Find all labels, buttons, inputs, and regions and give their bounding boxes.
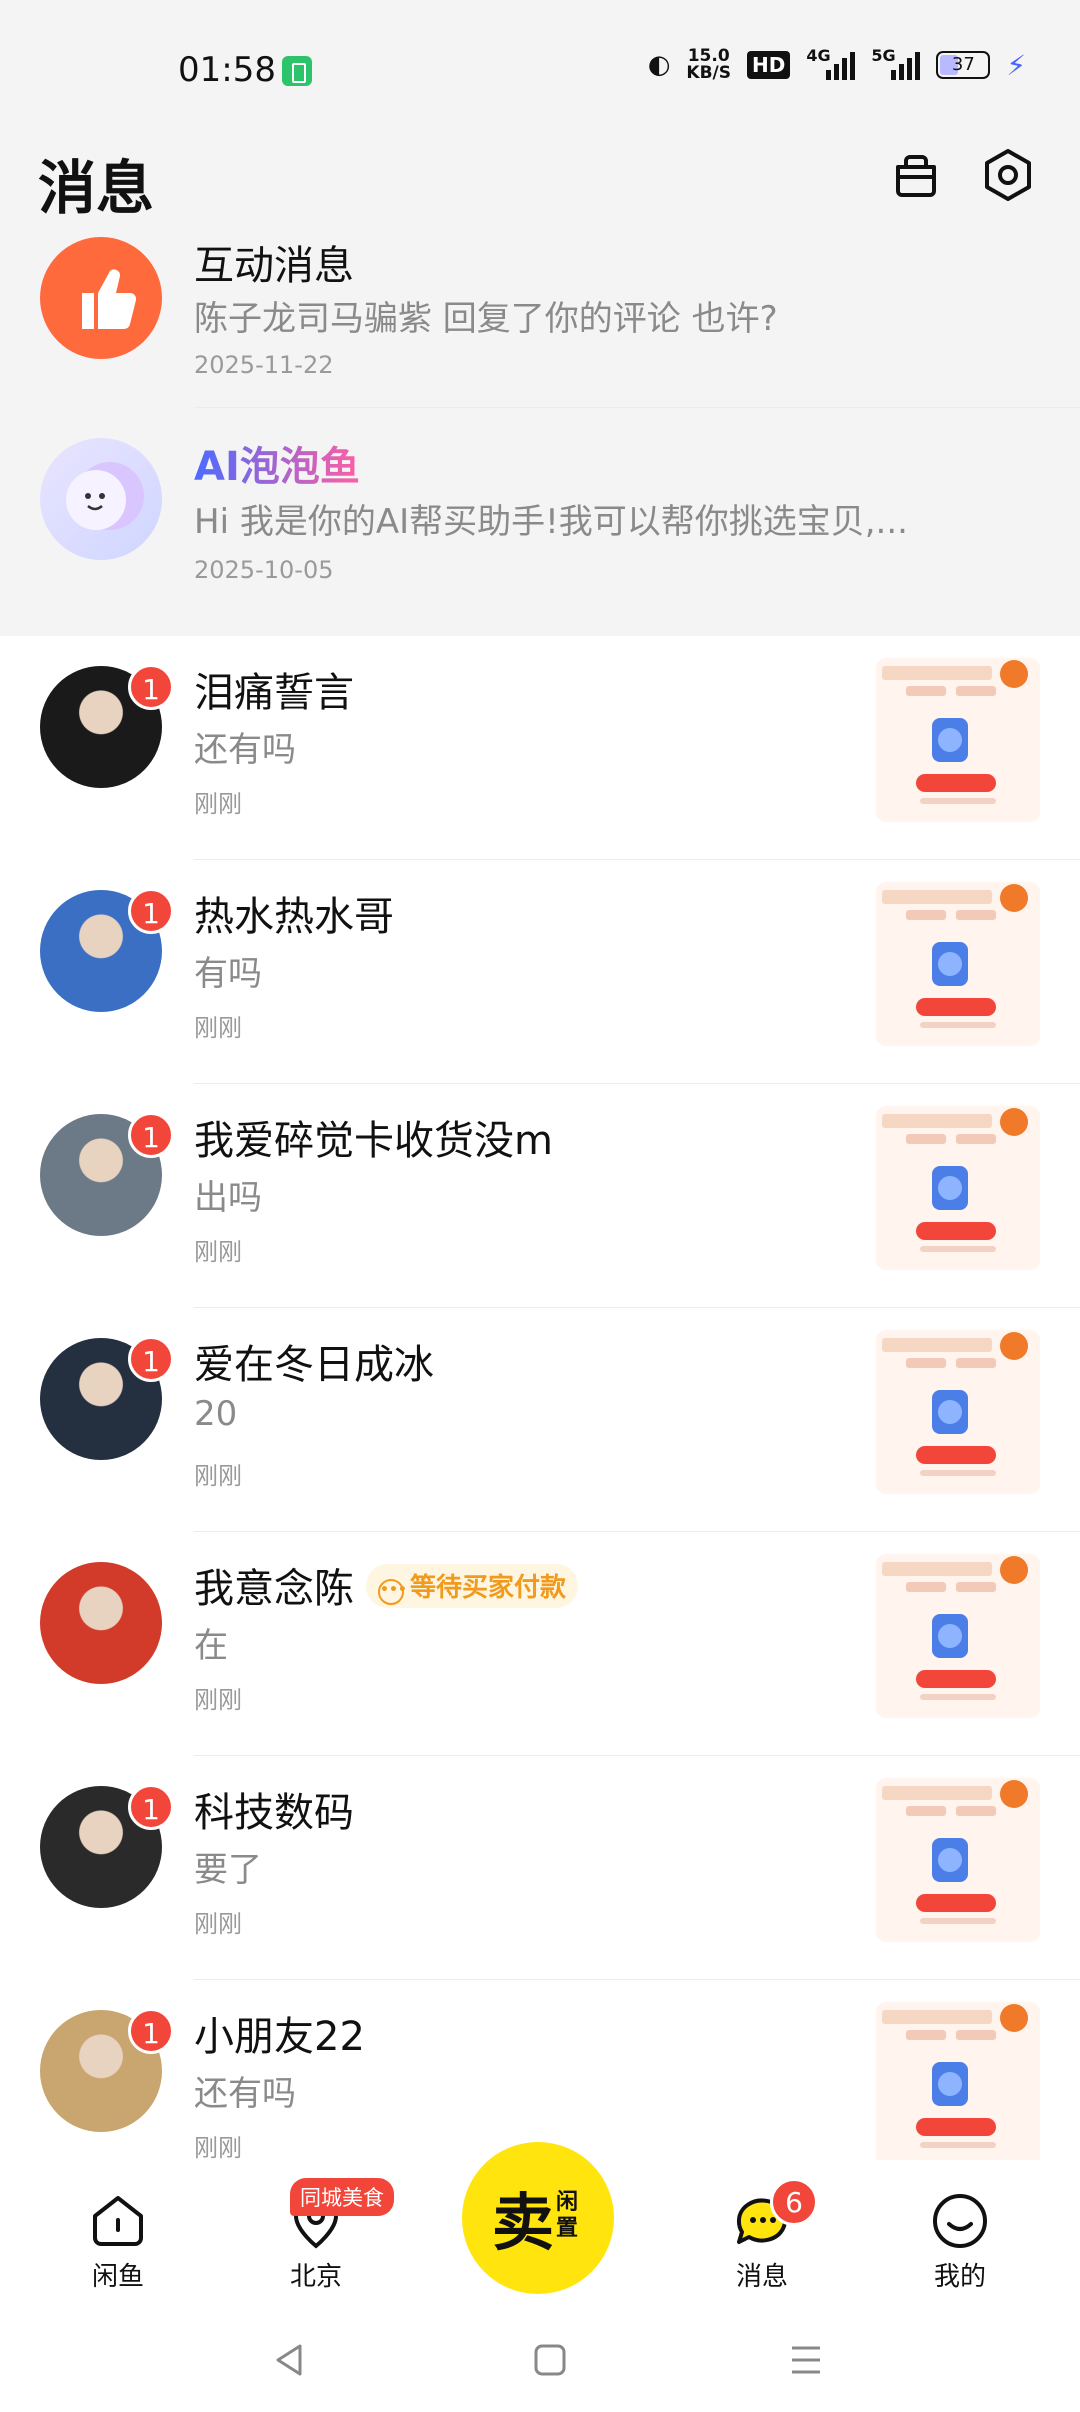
signal-4g-icon: 4G (806, 46, 856, 80)
status-bar: 01:58 ◐ 15.0 KB/S HD 4G 5G 37 ⚡ (0, 0, 1080, 135)
sell-main-label: 卖 (492, 2186, 555, 2259)
conversation-row[interactable]: 1 我爱碎觉卡收货没m 出吗 刚刚 (0, 1084, 1080, 1308)
tab-messages-label: 消息 (735, 2262, 788, 2292)
system-nav-bar (0, 2310, 1080, 2412)
avatar[interactable] (40, 1562, 162, 1684)
unread-badge: 1 (128, 1784, 174, 1830)
pinned-section: 互动消息 陈子龙司马骗紫 回复了你的评论 也许? 2025-11-22 AI泡泡… (0, 231, 1080, 636)
unread-badge: 1 (128, 1112, 174, 1158)
contact-name-text: 我意念陈 (194, 1566, 354, 1612)
row-message: Hi 我是你的AI帮买助手!我可以帮你挑选宝贝,... (194, 502, 908, 542)
settings-icon[interactable] (980, 147, 1036, 203)
conversation-row[interactable]: 1 热水热水哥 有吗 刚刚 (0, 860, 1080, 1084)
order-status-tag: ••• 等待买家付款 (366, 1564, 579, 1608)
contact-name: 科技数码 (194, 1790, 354, 1836)
message-time: 刚刚 (194, 1014, 242, 1042)
item-thumbnail[interactable] (876, 2002, 1040, 2166)
sell-button[interactable]: 卖 闲置 (462, 2142, 614, 2294)
message-time: 刚刚 (194, 1910, 242, 1938)
messages-unread-badge: 6 (770, 2178, 818, 2226)
contact-name: 爱在冬日成冰 (194, 1342, 434, 1388)
ai-bubble-fish-icon (40, 438, 162, 560)
message-time: 刚刚 (194, 1686, 242, 1714)
last-message: 有吗 (194, 954, 262, 994)
conversation-row[interactable]: 1 泪痛誓言 还有吗 刚刚 (0, 636, 1080, 860)
last-message: 要了 (194, 1850, 262, 1890)
pending-icon: ••• (378, 1579, 407, 1605)
item-thumbnail[interactable] (876, 1554, 1040, 1718)
battery-level: 37 (951, 54, 975, 75)
tab-home-label: 闲鱼 (91, 2262, 144, 2292)
conversation-row[interactable]: 1 科技数码 要了 刚刚 (0, 1756, 1080, 1980)
tab-nearby-label: 北京 (289, 2262, 342, 2292)
sell-sub-label: 闲置 (556, 2190, 579, 2241)
item-thumbnail[interactable] (876, 882, 1040, 1046)
item-thumbnail[interactable] (876, 1778, 1040, 1942)
sim-card-icon (282, 56, 312, 86)
last-message: 在 (194, 1626, 228, 1666)
last-message: 出吗 (194, 1178, 262, 1218)
signal-5g-icon: 5G (871, 46, 921, 80)
message-time: 刚刚 (194, 790, 242, 818)
last-message: 20 (194, 1394, 238, 1434)
row-time: 2025-11-22 (194, 351, 334, 379)
message-time: 刚刚 (194, 1462, 242, 1490)
row-name: AI泡泡鱼 (194, 434, 360, 492)
network-speed-unit: KB/S (686, 63, 731, 83)
item-thumbnail[interactable] (876, 658, 1040, 822)
tab-home[interactable]: 闲鱼 (58, 2190, 178, 2293)
interaction-messages-row[interactable]: 互动消息 陈子龙司马骗紫 回复了你的评论 也许? 2025-11-22 (0, 221, 1080, 408)
unread-badge: 1 (128, 1336, 174, 1382)
order-status-text: 等待买家付款 (410, 1573, 567, 1603)
contact-name: 泪痛誓言 (194, 670, 354, 716)
page-title: 消息 (38, 154, 155, 222)
unread-badge: 1 (128, 2008, 174, 2054)
nfc-icon: ◐ (647, 50, 671, 80)
nearby-promo-tag: 同城美食 (290, 2178, 394, 2216)
item-thumbnail[interactable] (876, 1330, 1040, 1494)
network-speed: 15.0 KB/S (686, 48, 731, 82)
ai-assistant-row[interactable]: AI泡泡鱼 Hi 我是你的AI帮买助手!我可以帮你挑选宝贝,... 2025-1… (0, 408, 1080, 636)
signal-4g-label: 4G (806, 46, 831, 65)
message-time: 刚刚 (194, 2134, 242, 2162)
row-time: 2025-10-05 (194, 556, 334, 584)
row-message: 陈子龙司马骗紫 回复了你的评论 也许? (194, 299, 778, 339)
last-message: 还有吗 (194, 2074, 296, 2114)
contact-name: 热水热水哥 (194, 894, 394, 940)
conversation-row[interactable]: 1 爱在冬日成冰 20 刚刚 (0, 1308, 1080, 1532)
back-icon[interactable] (270, 2340, 310, 2380)
last-message: 还有吗 (194, 730, 296, 770)
hd-voice-icon: HD (746, 51, 791, 79)
profile-icon (933, 2194, 987, 2248)
home-icon (93, 2196, 143, 2246)
conversation-row[interactable]: 我意念陈 ••• 等待买家付款 在 刚刚 (0, 1532, 1080, 1756)
unread-badge: 1 (128, 664, 174, 710)
charging-icon: ⚡ (1006, 48, 1026, 82)
contact-name: 我意念陈 ••• 等待买家付款 (194, 1556, 579, 1614)
unread-badge: 1 (128, 888, 174, 934)
status-indicators: ◐ 15.0 KB/S HD 4G 5G 37 ⚡ (647, 46, 1026, 82)
item-thumbnail[interactable] (876, 1106, 1040, 1270)
recents-icon[interactable] (786, 2340, 826, 2380)
message-time: 刚刚 (194, 1238, 242, 1266)
thumbs-up-icon (40, 237, 162, 359)
shopping-bag-icon[interactable] (888, 147, 944, 203)
battery-icon: 37 (936, 51, 991, 79)
home-nav-icon[interactable] (530, 2340, 570, 2380)
tab-profile[interactable]: 我的 (900, 2190, 1020, 2293)
contact-name: 我爱碎觉卡收货没m (194, 1118, 553, 1164)
contact-name: 小朋友22 (194, 2014, 365, 2060)
page-header: 消息 (0, 135, 1080, 231)
tab-profile-label: 我的 (933, 2262, 986, 2292)
status-time: 01:58 (178, 50, 276, 90)
row-name: 互动消息 (194, 243, 354, 289)
signal-5g-label: 5G (871, 46, 896, 65)
